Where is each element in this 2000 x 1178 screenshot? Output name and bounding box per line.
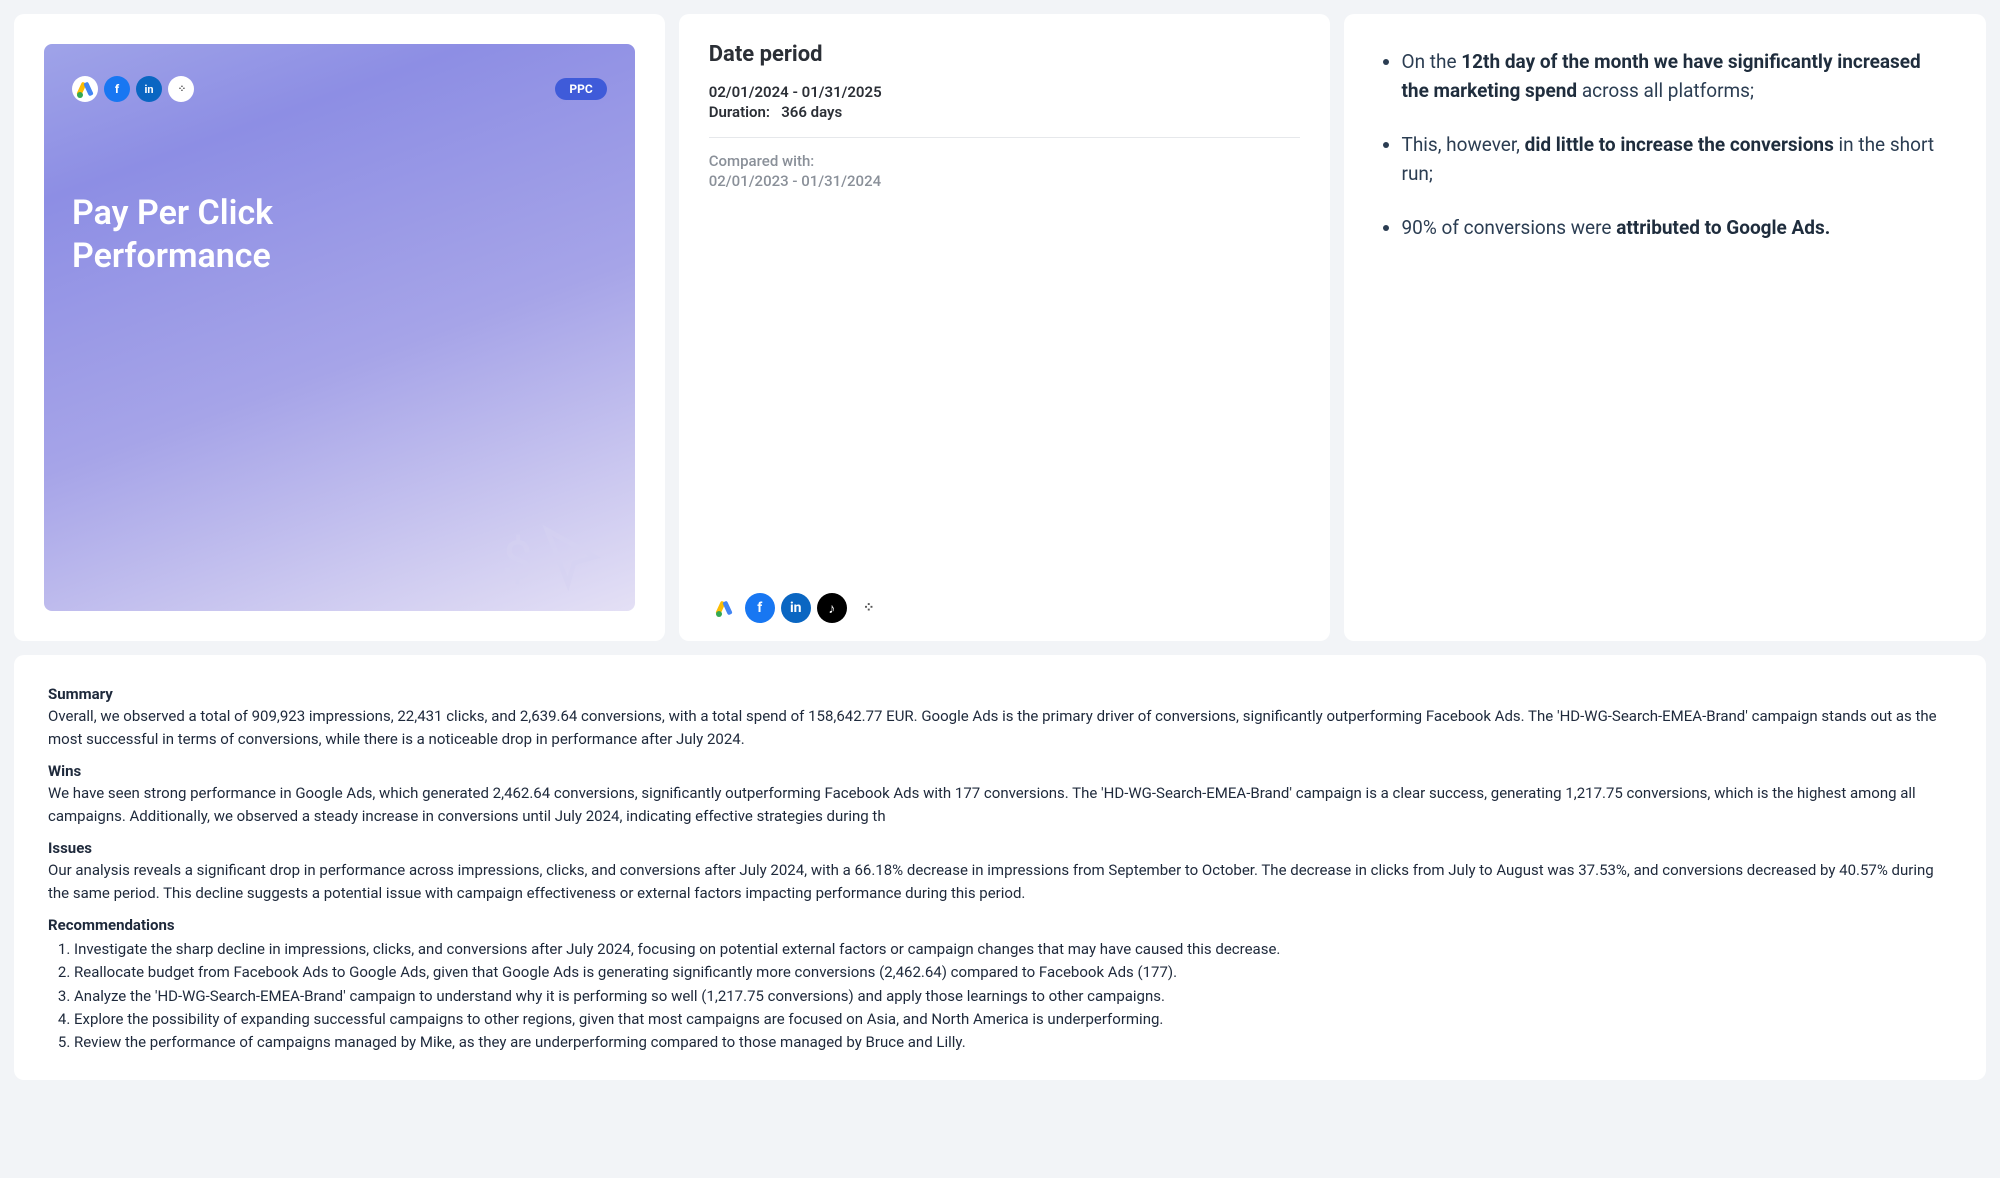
cover-inner: f in ⁘ PPC Pay Per Click Performance $ [44,44,635,611]
wins-title: Wins [48,762,1952,780]
cover-title: Pay Per Click Performance [72,192,607,277]
summary-title: Summary [48,685,1952,703]
cover-platform-icons: f in ⁘ [72,76,194,102]
issues-title: Issues [48,839,1952,857]
cover-title-line1: Pay Per Click [72,192,607,235]
top-row: f in ⁘ PPC Pay Per Click Performance $ D… [14,14,1986,641]
highlight-item: This, however, did little to increase th… [1402,131,1951,188]
google-ads-icon [72,76,98,102]
date-platform-icons: f in ♪ ⁘ [709,573,1300,623]
dollar-icon: $ [502,530,532,593]
date-period-heading: Date period [709,42,1300,67]
highlight-item: 90% of conversions were attributed to Go… [1402,214,1951,243]
recommendations-list: Investigate the sharp decline in impress… [48,938,1952,1054]
compared-with-range: 02/01/2023 - 01/31/2024 [709,172,1300,190]
linkedin-ads-icon: in [136,76,162,102]
ppc-badge: PPC [555,78,606,100]
linkedin-ads-icon: in [781,593,811,623]
recommendation-item: Reallocate budget from Facebook Ads to G… [74,961,1952,984]
wins-body: We have seen strong performance in Googl… [48,782,1952,827]
compared-with-label: Compared with: [709,152,1300,170]
facebook-ads-icon: f [104,76,130,102]
cover-title-line2: Performance [72,235,607,278]
recommendation-item: Explore the possibility of expanding suc… [74,1008,1952,1031]
more-platforms-icon: ⁘ [853,593,883,623]
cover-top-bar: f in ⁘ PPC [72,76,607,102]
duration-label: Duration: [709,103,770,121]
date-period-card: Date period 02/01/2024 - 01/31/2025 Dura… [679,14,1330,641]
divider [709,137,1300,138]
issues-body: Our analysis reveals a significant drop … [48,859,1952,904]
cover-art: $ [502,521,606,593]
highlights-card: On the 12th day of the month we have sig… [1344,14,1987,641]
google-ads-icon [709,593,739,623]
recommendations-title: Recommendations [48,916,1952,934]
cover-card: f in ⁘ PPC Pay Per Click Performance $ [14,14,665,641]
summary-body: Overall, we observed a total of 909,923 … [48,705,1952,750]
summary-card: Summary Overall, we observed a total of … [14,655,1986,1080]
date-duration: Duration: 366 days [709,103,1300,121]
recommendation-item: Investigate the sharp decline in impress… [74,938,1952,961]
recommendation-item: Analyze the 'HD-WG-Search-EMEA-Brand' ca… [74,985,1952,1008]
facebook-ads-icon: f [745,593,775,623]
date-range: 02/01/2024 - 01/31/2025 [709,83,1300,101]
cursor-icon [535,521,607,593]
highlight-item: On the 12th day of the month we have sig… [1402,48,1951,105]
tiktok-ads-icon: ♪ [817,593,847,623]
highlights-list: On the 12th day of the month we have sig… [1380,48,1951,243]
duration-value: 366 days [781,103,842,121]
more-platforms-icon: ⁘ [168,76,194,102]
recommendation-item: Review the performance of campaigns mana… [74,1031,1952,1054]
